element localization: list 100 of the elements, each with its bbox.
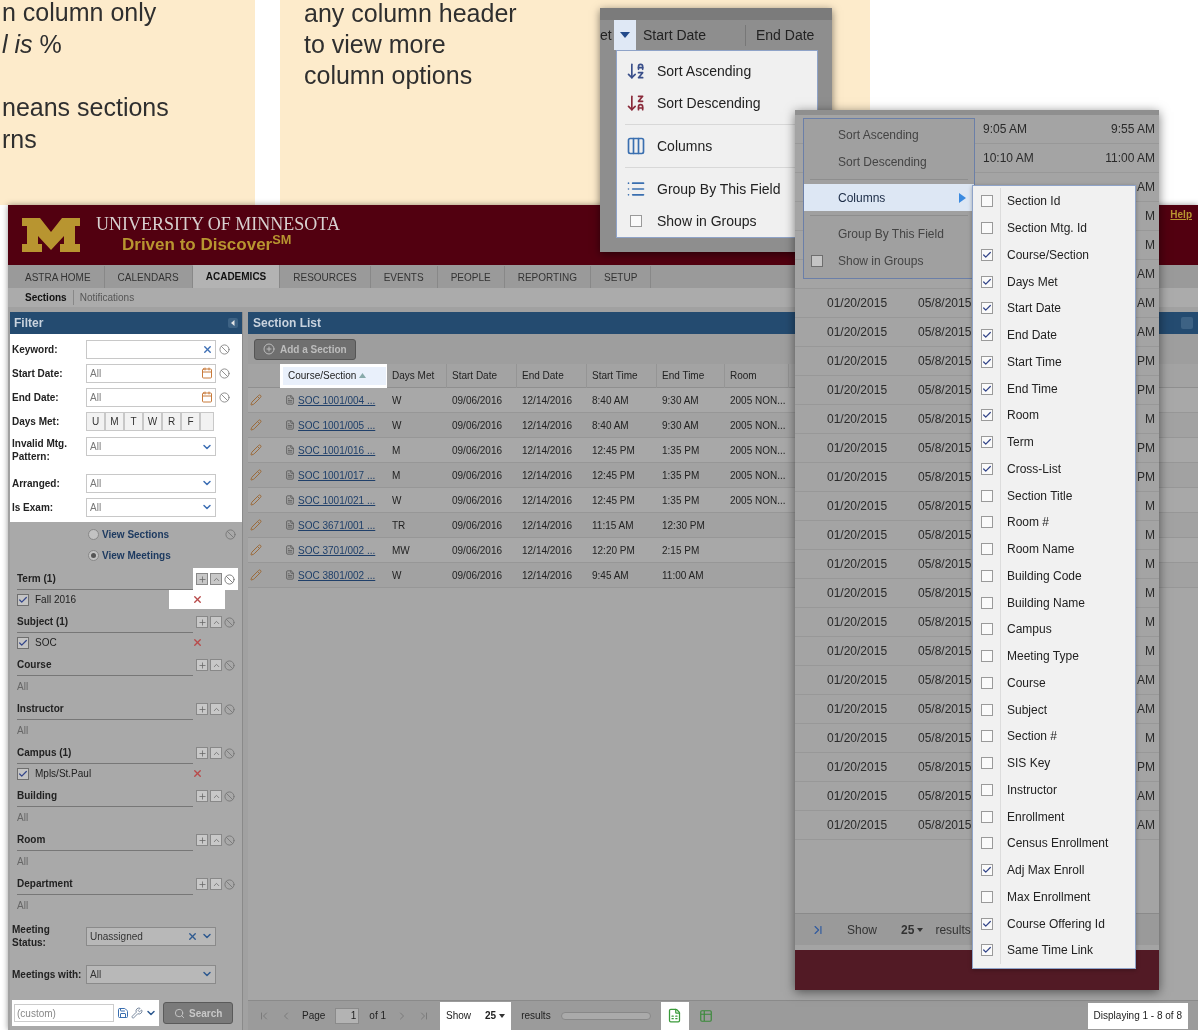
checkbox[interactable] bbox=[980, 676, 993, 689]
checkbox[interactable] bbox=[980, 275, 993, 288]
collapse-button[interactable] bbox=[210, 834, 222, 846]
add-button[interactable] bbox=[196, 834, 208, 846]
collapse-button[interactable] bbox=[210, 703, 222, 715]
menu-item[interactable]: Meeting Type bbox=[973, 642, 1135, 670]
checkbox[interactable] bbox=[980, 329, 993, 342]
menu-item[interactable]: Section Mtg. Id bbox=[973, 214, 1135, 242]
checkbox[interactable] bbox=[811, 254, 823, 267]
checkbox[interactable] bbox=[980, 222, 993, 235]
checkbox[interactable] bbox=[630, 215, 642, 227]
day-toggle[interactable]: T bbox=[124, 411, 143, 431]
menu-item[interactable]: Building Code bbox=[973, 562, 1135, 590]
add-button[interactable] bbox=[196, 573, 208, 585]
search-field[interactable]: (custom) bbox=[14, 1004, 114, 1022]
checkbox[interactable] bbox=[980, 382, 993, 395]
select-field[interactable]: Unassigned bbox=[86, 926, 216, 946]
checkbox[interactable] bbox=[980, 650, 993, 663]
add-button[interactable] bbox=[196, 790, 208, 802]
pencil-icon[interactable] bbox=[250, 419, 262, 431]
section-link[interactable]: SOC 1001/004 ... bbox=[298, 392, 376, 408]
menu-item[interactable]: Columns bbox=[804, 184, 974, 211]
menu-item[interactable]: Course Offering Id bbox=[973, 910, 1135, 937]
checkbox[interactable] bbox=[980, 757, 993, 770]
menu-item[interactable]: Campus bbox=[973, 616, 1135, 643]
menu-item[interactable]: Room bbox=[973, 402, 1135, 429]
reset-icon[interactable] bbox=[219, 367, 230, 379]
menu-item[interactable]: Sort Descending bbox=[804, 148, 974, 175]
section-link[interactable]: SOC 3801/002 ... bbox=[298, 567, 376, 583]
section-link[interactable]: SOC 3671/001 ... bbox=[298, 517, 376, 533]
pencil-icon[interactable] bbox=[250, 444, 262, 456]
menu-item[interactable]: Section Title bbox=[973, 482, 1135, 509]
menu-item[interactable]: Course bbox=[973, 669, 1135, 697]
menu-item[interactable]: Section Id bbox=[973, 188, 1135, 215]
remove-icon[interactable] bbox=[191, 594, 203, 605]
checkbox[interactable] bbox=[980, 409, 993, 422]
menu-item[interactable]: Max Enrollment bbox=[973, 883, 1135, 911]
menu-item[interactable]: Building Name bbox=[973, 589, 1135, 616]
slider-track[interactable] bbox=[560, 1011, 651, 1020]
radio-button[interactable] bbox=[88, 529, 99, 540]
menu-item[interactable]: Sort Descending bbox=[617, 87, 817, 119]
checkbox[interactable] bbox=[980, 864, 993, 877]
menu-item[interactable]: Subject bbox=[973, 696, 1135, 723]
menu-item[interactable]: Start Date bbox=[973, 295, 1135, 322]
menu-item[interactable]: Enrollment bbox=[973, 803, 1135, 830]
checkbox[interactable] bbox=[980, 516, 993, 529]
menu-item[interactable]: Days Met bbox=[973, 268, 1135, 295]
column-header[interactable]: Days Met bbox=[387, 363, 447, 388]
menu-item[interactable]: Sort Ascending bbox=[804, 121, 974, 148]
collapse-button[interactable] bbox=[210, 747, 222, 759]
checkbox[interactable] bbox=[980, 195, 993, 208]
menu-item[interactable]: Room # bbox=[973, 509, 1135, 536]
day-toggle[interactable] bbox=[200, 411, 214, 431]
collapse-button[interactable] bbox=[210, 790, 222, 802]
pencil-icon[interactable] bbox=[250, 494, 262, 506]
reset-icon[interactable] bbox=[224, 573, 235, 585]
checkbox[interactable] bbox=[980, 462, 993, 475]
collapse-button[interactable] bbox=[210, 878, 222, 890]
day-toggle[interactable]: R bbox=[162, 411, 181, 431]
add-button[interactable] bbox=[196, 659, 208, 671]
section-link[interactable]: SOC 3701/002 ... bbox=[298, 542, 376, 558]
first-page-icon[interactable] bbox=[258, 1009, 270, 1022]
column-header[interactable]: End Time bbox=[657, 363, 725, 388]
help-link[interactable]: Help bbox=[1170, 207, 1192, 222]
checkbox[interactable] bbox=[980, 890, 993, 903]
checkbox[interactable] bbox=[980, 810, 993, 823]
calendar-icon[interactable] bbox=[201, 367, 213, 379]
checkbox[interactable] bbox=[980, 730, 993, 743]
checkbox[interactable] bbox=[980, 917, 993, 930]
wrench-icon[interactable] bbox=[131, 1007, 143, 1019]
remove-icon[interactable] bbox=[191, 768, 203, 779]
reset-icon[interactable] bbox=[219, 391, 230, 403]
select-field[interactable]: All bbox=[86, 964, 216, 984]
remove-icon[interactable] bbox=[191, 637, 203, 648]
column-dropdown-button[interactable] bbox=[614, 20, 636, 50]
collapse-icon[interactable] bbox=[228, 318, 238, 328]
checkbox[interactable] bbox=[980, 436, 993, 449]
collapse-button[interactable] bbox=[210, 659, 222, 671]
menu-item[interactable]: SIS Key bbox=[973, 749, 1135, 777]
pencil-icon[interactable] bbox=[250, 544, 262, 556]
day-toggle[interactable]: M bbox=[105, 411, 124, 431]
menu-item[interactable]: End Time bbox=[973, 375, 1135, 402]
radio-button[interactable] bbox=[88, 550, 99, 561]
menu-item[interactable]: Course/Section bbox=[973, 241, 1135, 269]
keyword-field[interactable] bbox=[86, 339, 216, 359]
menu-item[interactable]: Start Time bbox=[973, 348, 1135, 376]
checkbox[interactable] bbox=[980, 489, 993, 502]
checkbox[interactable] bbox=[17, 636, 29, 649]
nav-tab[interactable]: ACADEMICS bbox=[192, 265, 281, 288]
menu-item[interactable]: Census Enrollment bbox=[973, 830, 1135, 857]
reset-icon[interactable] bbox=[219, 343, 230, 355]
section-link[interactable]: SOC 1001/017 ... bbox=[298, 467, 376, 483]
column-header[interactable]: End Date bbox=[517, 363, 587, 388]
select-field[interactable]: All bbox=[86, 473, 216, 493]
date-field[interactable]: All bbox=[86, 363, 216, 383]
reset-icon[interactable] bbox=[224, 703, 235, 715]
menu-item[interactable]: Same Time Link bbox=[973, 937, 1135, 964]
checkbox[interactable] bbox=[980, 944, 993, 957]
sub-tab[interactable]: Sections bbox=[25, 290, 74, 305]
column-header[interactable]: Course/Section bbox=[280, 363, 387, 388]
